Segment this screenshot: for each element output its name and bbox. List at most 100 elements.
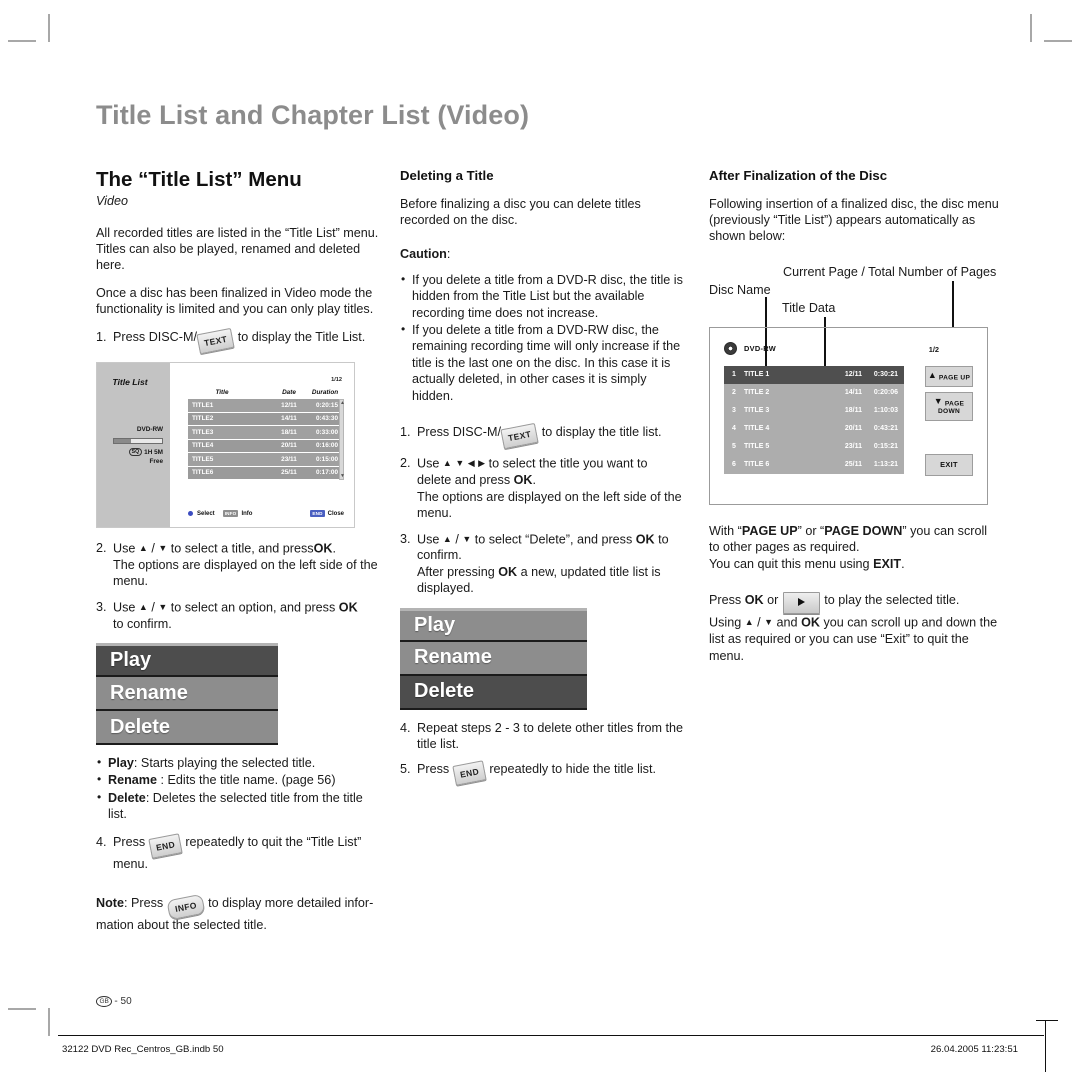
ok-key-label: OK — [313, 541, 333, 556]
mid-intro-paragraph: Before finalizing a disc you can delete … — [400, 196, 641, 227]
left-step-2-line2: The options are displayed on the left si… — [113, 557, 378, 589]
disc-icon — [724, 341, 737, 355]
info-key-icon: INFO — [222, 510, 239, 518]
row-duration: 1:13:21 — [873, 461, 898, 469]
page-number: GB - 50 — [96, 996, 132, 1007]
table-row[interactable]: TITLE2 14/11 0:43:30 — [188, 412, 344, 427]
title-list-scrollbar[interactable]: ▲ ▼ — [339, 399, 345, 481]
table-row[interactable]: TITLE6 25/11 0:17:00 — [188, 466, 344, 481]
title-list-page-indicator: 1/12 — [331, 377, 342, 384]
menu-option-delete[interactable]: Delete — [400, 675, 587, 710]
footer-crop-tick-v — [1045, 1020, 1046, 1072]
page-up-button[interactable]: ▲ PAGE UP — [925, 365, 973, 388]
row-title: TITLE 1 — [744, 371, 770, 379]
row-duration: 0:30:21 — [873, 371, 898, 379]
row-date: 20/11 — [844, 425, 862, 433]
row-title: TITLE 6 — [744, 461, 770, 469]
exit-button[interactable]: EXIT — [925, 453, 973, 476]
ok-key-label: OK — [635, 532, 655, 546]
info-key-icon: INFO — [166, 893, 206, 921]
mid-step-2-line2: The options are displayed on the left si… — [417, 489, 682, 521]
row-title: TITLE 4 — [744, 425, 770, 433]
scroll-down-arrow-icon[interactable]: ▼ — [340, 473, 345, 479]
disc-menu-callouts: Current Page / Total Number of Pages Dis… — [709, 265, 999, 327]
page-down-button[interactable]: ▼ PAGE DOWN — [925, 391, 973, 422]
play-key-icon — [782, 591, 820, 615]
title-list-disc-type: DVD-RW — [136, 426, 163, 434]
mid-step-3-slash: / — [455, 532, 459, 546]
mid-step-3-d: to — [658, 532, 669, 546]
row-date: 25/11 — [281, 469, 297, 477]
note-post: to display more detailed infor- — [208, 895, 374, 910]
left-step-4: 4. Press END repeatedly to quit the “Tit… — [96, 832, 384, 873]
mid-step-1-marker: 1. — [400, 424, 411, 439]
mid-step-5: 5. Press END repeatedly to hide the titl… — [400, 760, 685, 787]
middle-column: Deleting a Title Before finalizing a dis… — [400, 168, 685, 795]
disc-menu-row[interactable]: 6 TITLE 6 25/11 1:13:21 — [724, 456, 904, 474]
exit-key-label: EXIT — [873, 556, 902, 571]
option-description-name: Delete — [108, 790, 146, 805]
down-arrow-icon: ▼ — [933, 395, 943, 406]
option-description: Rename : Edits the title name. (page 56) — [96, 771, 384, 788]
end-key-icon: END — [452, 760, 487, 787]
section-heading-deleting-a-title: Deleting a Title — [400, 168, 494, 183]
menu-option-play[interactable]: Play — [96, 643, 278, 678]
section-heading-title-list-menu: The “Title List” Menu — [96, 168, 302, 191]
right-column: After Finalization of the Disc Following… — [709, 168, 999, 675]
table-row[interactable]: TITLE4 20/11 0:16:00 — [188, 439, 344, 454]
disc-menu-row[interactable]: 5 TITLE 5 23/11 0:15:21 — [724, 438, 904, 456]
disc-menu-row[interactable]: 2 TITLE 2 14/11 0:20:06 — [724, 384, 904, 402]
left-step-4-marker: 4. — [96, 834, 107, 849]
using-b: and — [776, 615, 798, 630]
ok-key-label: OK — [513, 473, 533, 488]
caution-label: Caution — [400, 247, 447, 262]
disc-menu-row[interactable]: 4 TITLE 4 20/11 0:43:21 — [724, 420, 904, 438]
disc-menu-row[interactable]: 1 TITLE 1 12/11 0:30:21 — [724, 365, 904, 384]
text-key-icon: TEXT — [196, 327, 235, 355]
mid-step-1-pre: Press DISC-M/ — [417, 424, 501, 439]
right-play-paragraph: Press OK or to play the selected title. … — [709, 591, 999, 664]
table-row[interactable]: TITLE5 23/11 0:15:00 — [188, 453, 344, 467]
disc-menu-title-rows[interactable]: 1 TITLE 1 12/11 0:30:21 2 TITLE 2 14/11 0:20:06… — [724, 365, 904, 474]
left-step-2-a: Use — [113, 541, 136, 556]
menu-option-rename[interactable]: Rename — [400, 641, 587, 676]
menu-option-delete[interactable]: Delete — [96, 711, 278, 746]
record-quality-badge: SQ — [128, 448, 143, 457]
callout-current-page: Current Page / Total Number of Pages — [783, 264, 997, 279]
callout-line-page — [952, 280, 954, 327]
row-number: 1 — [732, 371, 736, 379]
down-arrow-icon: ▼ — [764, 617, 774, 628]
mid-step-4: 4. Repeat steps 2 - 3 to delete other ti… — [400, 720, 685, 753]
option-menu-middle[interactable]: Play Rename Delete — [400, 607, 587, 710]
left-step-1-post: to display the Title List. — [237, 329, 366, 344]
mid-step-3: 3. Use ▲ / ▼ to select “Delete”, and pre… — [400, 531, 685, 597]
row-duration: 0:43:21 — [873, 425, 898, 433]
title-list-menu-name: Title List — [112, 377, 148, 388]
table-row[interactable]: TITLE3 18/11 0:33:00 — [188, 426, 344, 440]
mid-step-1: 1. Press DISC-M/TEXT to display the titl… — [400, 422, 685, 450]
table-row[interactable]: TITLE1 12/11 0:20:15 — [188, 399, 344, 413]
disc-menu-row[interactable]: 3 TITLE 3 18/11 1:10:03 — [724, 402, 904, 420]
row-date: 18/11 — [281, 428, 297, 436]
callout-title-data: Title Data — [782, 300, 836, 315]
menu-option-rename[interactable]: Rename — [96, 677, 278, 712]
play-c: to play the selected title. — [824, 592, 960, 607]
up-arrow-icon: ▲ — [138, 543, 148, 554]
disc-menu-screenshot: DVD-RW 1/2 1 TITLE 1 12/11 0:30:21 2 TITLE 21… — [709, 326, 988, 505]
option-menu-left[interactable]: Play Rename Delete — [96, 643, 278, 746]
page-number-value: - 50 — [114, 996, 132, 1007]
row-title: TITLE6 — [192, 469, 214, 477]
left-step-1-marker: 1. — [96, 329, 107, 344]
menu-option-play[interactable]: Play — [400, 607, 587, 642]
left-step-3-c: to select an option, and press — [170, 600, 336, 615]
title-list-sidebar: Title List DVD-RW SQ 1H 5M Free — [97, 363, 170, 528]
row-duration: 1:10:03 — [873, 407, 898, 415]
row-number: 3 — [732, 407, 736, 415]
row-title: TITLE 3 — [744, 407, 770, 415]
row-date: 12/11 — [281, 401, 297, 409]
scroll-up-arrow-icon[interactable]: ▲ — [340, 400, 345, 406]
left-arrow-icon: ◀ — [467, 458, 475, 469]
column-header-title: Title — [215, 389, 229, 397]
mid-step-3-a: Use — [417, 532, 440, 546]
title-list-rows[interactable]: TITLE1 12/11 0:20:15 TITLE2 14/11 0:43:30 TITL… — [188, 399, 344, 481]
